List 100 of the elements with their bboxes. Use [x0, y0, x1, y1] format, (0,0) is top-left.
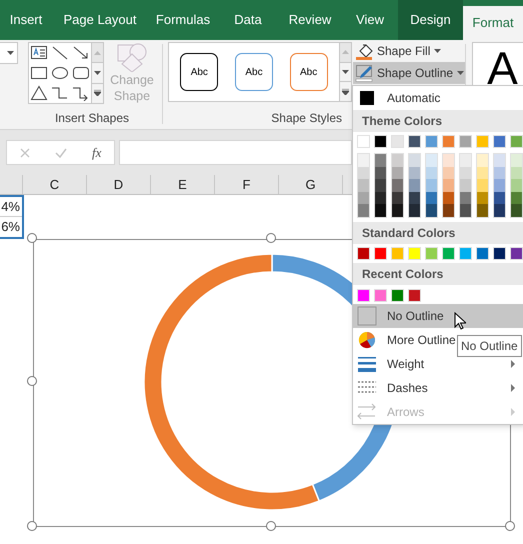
color-swatch[interactable] [477, 204, 488, 216]
color-swatch[interactable] [493, 135, 506, 148]
color-swatch[interactable] [459, 246, 472, 260]
color-swatch[interactable] [511, 204, 522, 216]
color-swatch[interactable] [358, 204, 369, 216]
color-swatch[interactable] [426, 204, 437, 216]
color-swatch[interactable] [494, 204, 505, 216]
color-swatch[interactable] [409, 204, 420, 216]
color-swatch[interactable] [409, 192, 420, 204]
color-swatch[interactable] [460, 204, 471, 216]
ribbon-tab[interactable]: Design [398, 0, 463, 40]
color-swatch[interactable] [477, 166, 488, 179]
rectangle-icon[interactable] [30, 65, 48, 81]
shape-fill-button[interactable]: Shape Fill [353, 40, 444, 62]
shape-outline-button[interactable]: Shape Outline [353, 62, 466, 84]
ribbon-tab[interactable]: Format [463, 6, 523, 40]
ribbon-tab[interactable]: Insert [0, 0, 52, 40]
arrow-icon[interactable] [72, 45, 90, 61]
color-swatch[interactable] [375, 192, 386, 204]
column-header[interactable]: E [151, 175, 215, 194]
color-swatch[interactable] [409, 166, 420, 179]
color-swatch[interactable] [511, 192, 522, 204]
color-swatch[interactable] [426, 166, 437, 179]
color-swatch[interactable] [511, 154, 522, 166]
color-swatch[interactable] [392, 154, 403, 166]
oval-icon[interactable] [50, 65, 69, 81]
elbow-connector-icon[interactable] [50, 85, 69, 101]
color-swatch[interactable] [443, 166, 454, 179]
color-swatch[interactable] [375, 204, 386, 216]
ribbon-tab[interactable]: Data [218, 0, 278, 40]
color-swatch[interactable] [392, 204, 403, 216]
color-swatch[interactable] [443, 192, 454, 204]
color-swatch[interactable] [510, 135, 523, 148]
color-swatch[interactable] [477, 179, 488, 192]
elbow-arrow-icon[interactable] [72, 85, 90, 101]
color-swatch[interactable] [391, 288, 404, 302]
color-swatch[interactable] [477, 154, 488, 166]
color-swatch[interactable] [477, 192, 488, 204]
column-header[interactable]: D [87, 175, 151, 194]
scroll-down-button[interactable] [92, 62, 103, 84]
color-swatch[interactable] [357, 135, 370, 148]
color-swatch[interactable] [425, 246, 438, 260]
ribbon-tab[interactable]: Review [278, 0, 342, 40]
column-header[interactable]: G [279, 175, 343, 194]
ribbon-tab[interactable]: View [342, 0, 398, 40]
color-swatch[interactable] [408, 288, 421, 302]
color-swatch[interactable] [460, 166, 471, 179]
color-swatch[interactable] [443, 204, 454, 216]
color-swatch[interactable] [375, 179, 386, 192]
resize-handle[interactable] [266, 233, 276, 243]
scroll-down-button[interactable] [340, 62, 351, 82]
color-swatch[interactable] [392, 192, 403, 204]
resize-handle[interactable] [505, 521, 515, 531]
color-swatch[interactable] [392, 166, 403, 179]
line-icon[interactable] [50, 45, 69, 61]
resize-handle[interactable] [27, 376, 37, 386]
color-swatch[interactable] [442, 246, 455, 260]
color-swatch[interactable] [476, 135, 489, 148]
color-swatch[interactable] [443, 179, 454, 192]
color-swatch[interactable] [409, 179, 420, 192]
color-swatch[interactable] [374, 135, 387, 148]
color-swatch[interactable] [375, 154, 386, 166]
automatic-option[interactable]: Automatic [353, 86, 523, 110]
color-swatch[interactable] [494, 154, 505, 166]
color-swatch[interactable] [374, 246, 387, 260]
cancel-button[interactable] [20, 148, 30, 158]
color-swatch[interactable] [357, 246, 370, 260]
color-swatch[interactable] [460, 154, 471, 166]
color-swatch[interactable] [375, 166, 386, 179]
resize-handle[interactable] [266, 521, 276, 531]
color-swatch[interactable] [408, 246, 421, 260]
color-swatch[interactable] [374, 288, 387, 302]
color-swatch[interactable] [392, 179, 403, 192]
color-swatch[interactable] [494, 192, 505, 204]
color-swatch[interactable] [511, 166, 522, 179]
color-swatch[interactable] [358, 192, 369, 204]
color-swatch[interactable] [511, 179, 522, 192]
color-swatch[interactable] [476, 246, 489, 260]
enter-button[interactable] [54, 148, 67, 158]
formula-input[interactable] [119, 140, 352, 165]
color-swatch[interactable] [408, 135, 421, 148]
shapes-gallery[interactable] [28, 42, 92, 104]
color-swatch[interactable] [358, 166, 369, 179]
color-swatch[interactable] [494, 179, 505, 192]
resize-handle[interactable] [27, 233, 37, 243]
color-swatch[interactable] [460, 192, 471, 204]
color-swatch[interactable] [357, 288, 370, 302]
color-swatch[interactable] [493, 246, 506, 260]
color-swatch[interactable] [426, 154, 437, 166]
column-header[interactable]: C [23, 175, 87, 194]
shape-style-option[interactable]: Abc [234, 53, 273, 91]
text-box-icon[interactable] [30, 45, 48, 61]
ribbon-tab[interactable]: Formulas [148, 0, 218, 40]
color-swatch[interactable] [494, 166, 505, 179]
color-swatch[interactable] [426, 192, 437, 204]
color-swatch[interactable] [426, 179, 437, 192]
color-swatch[interactable] [425, 135, 438, 148]
insert-function-button[interactable]: fx [92, 142, 102, 162]
shape-style-option[interactable]: Abc [290, 53, 328, 91]
menu-item[interactable]: Dashes [353, 376, 523, 400]
